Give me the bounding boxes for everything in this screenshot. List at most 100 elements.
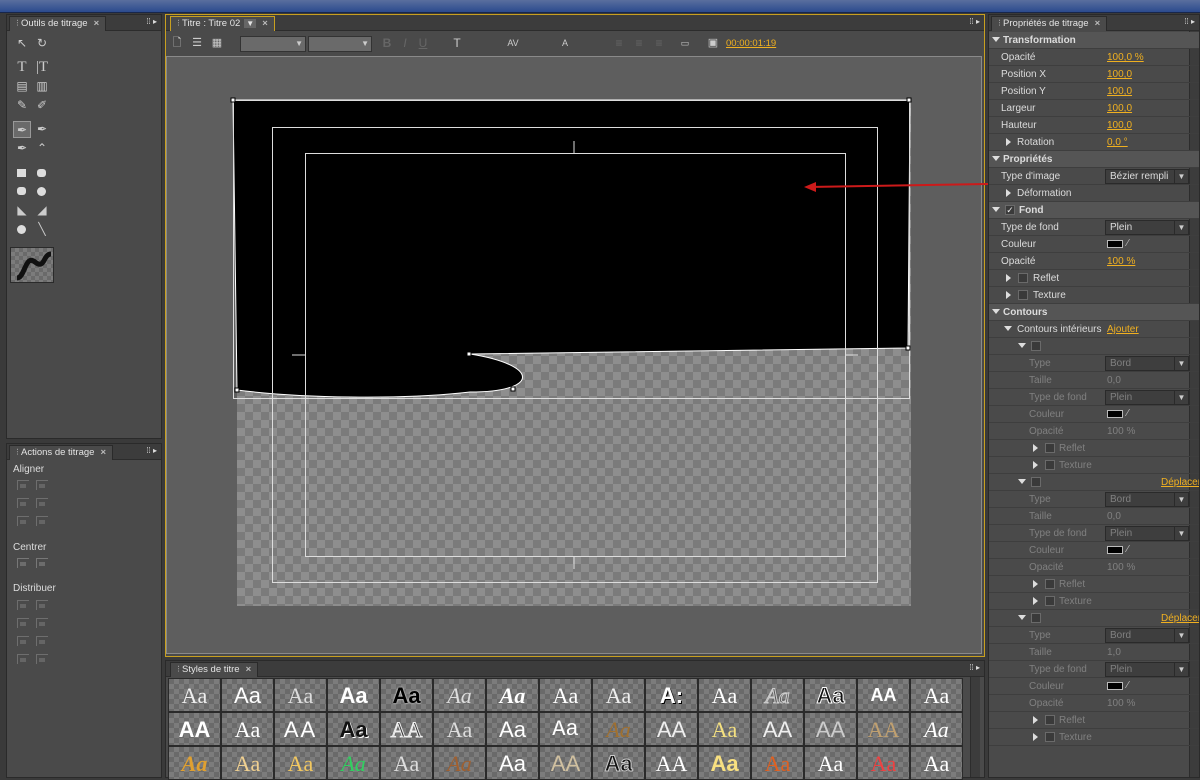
style-swatch[interactable]: Aa	[221, 712, 274, 746]
panel-menu-icon[interactable]: ⁞⁞ ▸	[1175, 17, 1195, 28]
center-horizontal-icon[interactable]	[17, 558, 29, 568]
style-swatch[interactable]: Aa	[221, 678, 274, 712]
rotation-value[interactable]: 0,0 °	[1107, 137, 1128, 148]
style-swatch[interactable]: Aa	[910, 712, 963, 746]
texture-checkbox[interactable]	[1018, 290, 1028, 300]
style-swatch[interactable]: Aa	[804, 678, 857, 712]
style-swatch[interactable]: Aa	[804, 746, 857, 780]
style-swatch[interactable]: Aa	[221, 746, 274, 780]
style-swatch[interactable]: Aa	[168, 678, 221, 712]
pen-tool-icon[interactable]: ✒	[13, 121, 31, 138]
vertical-area-type-tool-icon[interactable]: ▥	[33, 78, 51, 95]
rounded-rectangle-tool-icon[interactable]	[13, 183, 31, 200]
style-swatch[interactable]: Aa	[168, 746, 221, 780]
tab-title-properties[interactable]: ⁝ Propriétés de titrage ×	[991, 16, 1108, 31]
panel-menu-icon[interactable]: ⁞⁞ ▸	[137, 446, 157, 457]
stroke-color-swatch[interactable]	[1107, 546, 1123, 554]
section-transformation[interactable]: Transformation	[989, 32, 1199, 49]
eyedropper-icon[interactable]: ⁄	[1127, 544, 1129, 555]
style-swatch[interactable]: Aa	[486, 746, 539, 780]
eyedropper-icon[interactable]: ⁄	[1127, 238, 1129, 249]
stroke-type-select[interactable]: Bord ▼	[1105, 356, 1189, 371]
style-swatch[interactable]: Aa	[486, 678, 539, 712]
style-swatch[interactable]: Aa	[433, 712, 486, 746]
font-size-icon[interactable]: T	[448, 35, 466, 52]
distribute-top-icon[interactable]	[36, 600, 48, 610]
underline-icon[interactable]: U	[414, 35, 432, 52]
style-swatch[interactable]: AA	[804, 712, 857, 746]
distribute-spacing-v-icon[interactable]	[36, 654, 48, 664]
style-swatch[interactable]: AA	[645, 712, 698, 746]
style-swatch[interactable]: A:	[645, 678, 698, 712]
align-center-v-icon[interactable]	[36, 498, 48, 508]
texture-checkbox[interactable]	[1045, 732, 1055, 742]
sheen-checkbox[interactable]	[1045, 715, 1055, 725]
style-swatch[interactable]: AA	[645, 746, 698, 780]
style-swatch[interactable]: Aa	[698, 678, 751, 712]
texture-checkbox[interactable]	[1045, 596, 1055, 606]
style-swatch[interactable]: Aa	[433, 678, 486, 712]
collapse-icon[interactable]	[1004, 326, 1012, 331]
eyedropper-icon[interactable]: ⁄	[1127, 408, 1129, 419]
rotation-tool-icon[interactable]: ↻	[33, 35, 51, 52]
stroke-type-select[interactable]: Bord ▼	[1105, 492, 1189, 507]
style-swatch[interactable]: Aa	[910, 746, 963, 780]
style-swatch[interactable]: Aa	[698, 746, 751, 780]
align-center-h-icon[interactable]	[17, 498, 29, 508]
style-swatch[interactable]: Aa	[751, 746, 804, 780]
height-value[interactable]: 100,0	[1107, 120, 1132, 131]
close-icon[interactable]: ×	[246, 664, 252, 675]
style-swatch[interactable]: Aa	[327, 746, 380, 780]
stroke-fill-type-select[interactable]: Plein ▼	[1105, 526, 1189, 541]
align-top-icon[interactable]	[36, 480, 48, 490]
show-video-icon[interactable]: ▣	[704, 35, 722, 52]
sheen-checkbox[interactable]	[1045, 579, 1055, 589]
italic-icon[interactable]: I	[396, 35, 414, 52]
style-swatch[interactable]: Aa	[751, 678, 804, 712]
distribute-bottom-icon[interactable]	[36, 636, 48, 646]
rounded-corner-rectangle-tool-icon[interactable]	[33, 183, 51, 200]
panel-menu-icon[interactable]: ⁞⁞ ▸	[960, 663, 980, 674]
vertical-type-tool-icon[interactable]: |T	[33, 59, 51, 76]
tab-title[interactable]: ⁝ Titre : Titre 02 ▼ ×	[170, 16, 275, 31]
stroke-color-swatch[interactable]	[1107, 410, 1123, 418]
texture-checkbox[interactable]	[1045, 460, 1055, 470]
stroke-fill-type-select[interactable]: Plein ▼	[1105, 390, 1189, 405]
convert-anchor-tool-icon[interactable]: ⌃	[33, 140, 51, 157]
align-left-text-icon[interactable]: ≡	[610, 35, 628, 52]
ellipse-tool-icon[interactable]	[13, 221, 31, 238]
collapse-icon[interactable]	[1018, 479, 1026, 484]
close-icon[interactable]: ×	[94, 18, 100, 29]
styles-scrollbar[interactable]	[970, 677, 980, 777]
line-tool-icon[interactable]: ╲	[33, 221, 51, 238]
fill-checkbox[interactable]: ✓	[1005, 205, 1015, 215]
style-swatch[interactable]: AA	[857, 678, 910, 712]
stroke-color-swatch[interactable]	[1107, 682, 1123, 690]
distribute-center-v-icon[interactable]	[36, 618, 48, 628]
stroke-type-select[interactable]: Bord ▼	[1105, 628, 1189, 643]
section-fill[interactable]: ✓ Fond	[989, 202, 1199, 219]
style-swatch[interactable]: Aa	[592, 678, 645, 712]
templates-icon[interactable]: ▦	[208, 35, 226, 52]
style-swatch[interactable]: Aa	[539, 678, 592, 712]
dropdown-icon[interactable]: ▼	[244, 19, 257, 28]
wedge-tool-icon[interactable]: ◣	[13, 202, 31, 219]
section-strokes[interactable]: Contours	[989, 304, 1199, 321]
style-swatch[interactable]: Aa	[327, 678, 380, 712]
style-swatch[interactable]: Aa	[327, 712, 380, 746]
style-swatch[interactable]: Aa	[486, 712, 539, 746]
style-swatch[interactable]: Aa	[592, 746, 645, 780]
sheen-checkbox[interactable]	[1018, 273, 1028, 283]
tab-title-styles[interactable]: ⁝ Styles de titre ×	[170, 662, 259, 677]
roll-crawl-options-icon[interactable]: ☰	[188, 35, 206, 52]
distribute-center-h-icon[interactable]	[17, 618, 29, 628]
style-swatch[interactable]: Aa	[592, 712, 645, 746]
style-swatch[interactable]: AA	[539, 746, 592, 780]
sheen-checkbox[interactable]	[1045, 443, 1055, 453]
style-swatch[interactable]: Aa	[433, 746, 486, 780]
stroke-checkbox[interactable]	[1031, 341, 1041, 351]
bold-icon[interactable]: B	[378, 35, 396, 52]
stroke-checkbox[interactable]	[1031, 477, 1041, 487]
eyedropper-icon[interactable]: ⁄	[1127, 680, 1129, 691]
distribute-right-icon[interactable]	[17, 636, 29, 646]
